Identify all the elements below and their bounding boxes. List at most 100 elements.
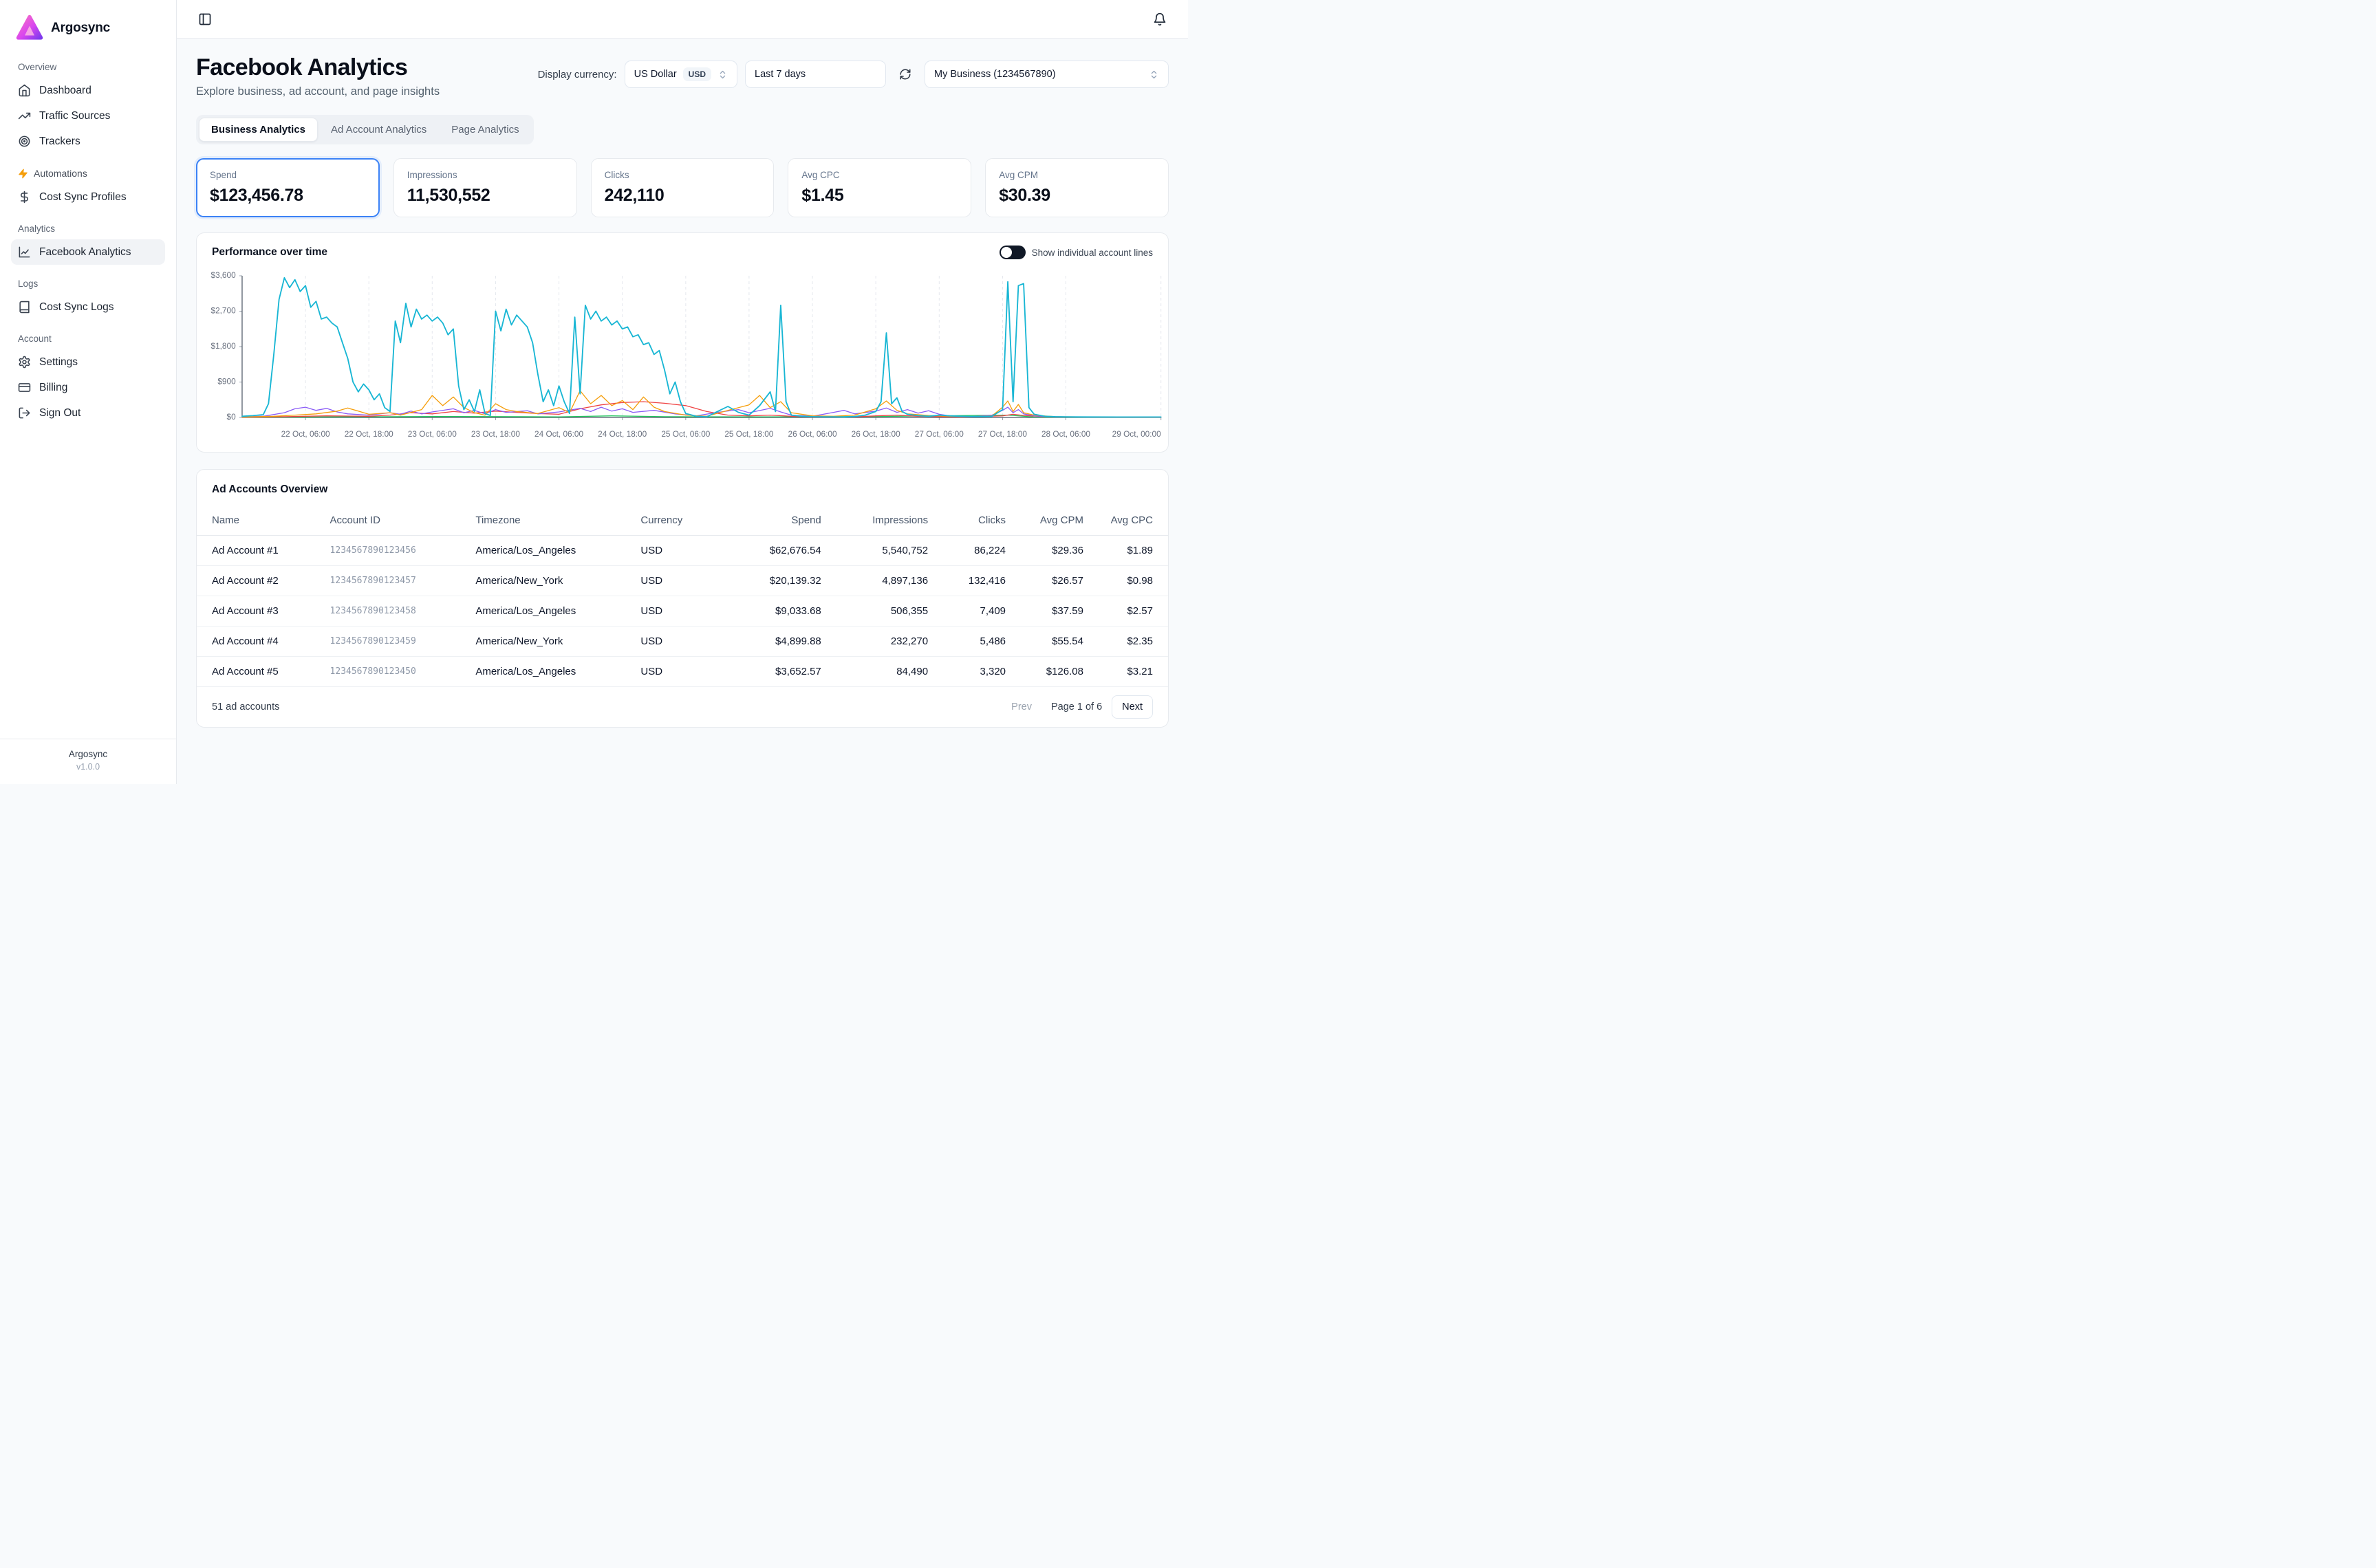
home-icon: [18, 84, 31, 97]
sidebar-nav: Overview Dashboard Traffic Sources Trackers…: [11, 48, 165, 739]
cell-account-id: 1234567890123450: [323, 657, 469, 687]
sidebar-item-cost-sync-logs[interactable]: Cost Sync Logs: [11, 294, 165, 320]
sidebar-item-label: Cost Sync Profiles: [39, 191, 127, 204]
table-row[interactable]: Ad Account #21234567890123457America/New…: [197, 566, 1168, 596]
cell-timezone: America/Los_Angeles: [468, 536, 634, 566]
zap-icon: [18, 168, 28, 179]
stat-card-clicks[interactable]: Clicks 242,110: [591, 158, 775, 217]
column-header-spend: Spend: [721, 505, 828, 536]
table-footer: 51 ad accounts Prev Page 1 of 6 Next: [197, 687, 1168, 727]
cell-name: Ad Account #4: [197, 627, 323, 657]
chevrons-up-down-icon: [1149, 69, 1159, 80]
account-lines-toggle[interactable]: [1000, 246, 1026, 259]
nav-section-label-account: Account: [11, 334, 165, 344]
cell-avg-cpc: $1.89: [1090, 536, 1168, 566]
cell-clicks: 3,320: [935, 657, 1013, 687]
nav-section-label-analytics: Analytics: [11, 224, 165, 234]
stat-card-avg-cpm[interactable]: Avg CPM $30.39: [985, 158, 1169, 217]
svg-text:26 Oct, 18:00: 26 Oct, 18:00: [852, 431, 901, 439]
svg-text:$1,800: $1,800: [210, 342, 236, 351]
app-logo[interactable]: Argosync: [11, 12, 165, 48]
cell-currency: USD: [634, 657, 721, 687]
cell-name: Ad Account #5: [197, 657, 323, 687]
currency-badge: USD: [683, 67, 711, 81]
bell-icon: [1153, 12, 1167, 26]
svg-text:25 Oct, 06:00: 25 Oct, 06:00: [661, 431, 711, 439]
cell-account-id: 1234567890123456: [323, 536, 469, 566]
sidebar-item-traffic-sources[interactable]: Traffic Sources: [11, 103, 165, 129]
cell-account-id: 1234567890123457: [323, 566, 469, 596]
nav-section-label-overview: Overview: [11, 62, 165, 72]
tab-page-analytics[interactable]: Page Analytics: [440, 118, 530, 141]
stat-card-impressions[interactable]: Impressions 11,530,552: [393, 158, 577, 217]
stat-value: 11,530,552: [407, 186, 563, 206]
sidebar-item-trackers[interactable]: Trackers: [11, 129, 165, 154]
cell-avg-cpc: $0.98: [1090, 566, 1168, 596]
ad-accounts-card: Ad Accounts Overview NameAccount IDTimez…: [196, 469, 1169, 728]
table-row[interactable]: Ad Account #31234567890123458America/Los…: [197, 596, 1168, 627]
nav-section-automations: AutomationsCost Sync Profiles: [11, 168, 165, 210]
date-range-select[interactable]: Last 7 days: [745, 61, 886, 88]
page-indicator: Page 1 of 6: [1051, 701, 1102, 712]
footer-app-name: Argosync: [11, 749, 165, 759]
table-row[interactable]: Ad Account #41234567890123459America/New…: [197, 627, 1168, 657]
date-range-value: Last 7 days: [755, 69, 806, 80]
sidebar-item-label: Billing: [39, 382, 67, 394]
nav-section-account: Account Settings Billing Sign Out: [11, 334, 165, 426]
svg-text:27 Oct, 18:00: 27 Oct, 18:00: [978, 431, 1028, 439]
cell-account-id: 1234567890123458: [323, 596, 469, 627]
table-title: Ad Accounts Overview: [212, 483, 327, 496]
target-icon: [18, 135, 31, 148]
credit-card-icon: [18, 381, 31, 394]
cell-timezone: America/Los_Angeles: [468, 596, 634, 627]
business-select[interactable]: My Business (1234567890): [925, 61, 1169, 88]
svg-text:24 Oct, 06:00: 24 Oct, 06:00: [534, 431, 584, 439]
sidebar-item-settings[interactable]: Settings: [11, 349, 165, 375]
currency-select[interactable]: US Dollar USD: [625, 61, 737, 88]
cell-clicks: 132,416: [935, 566, 1013, 596]
next-page-button[interactable]: Next: [1112, 695, 1153, 719]
tab-ad-account-analytics[interactable]: Ad Account Analytics: [319, 118, 438, 141]
currency-value: US Dollar: [634, 69, 677, 80]
column-header-avg-cpc: Avg CPC: [1090, 505, 1168, 536]
dollar-icon: [18, 190, 31, 204]
sidebar-toggle-button[interactable]: [193, 8, 217, 31]
sidebar-item-label: Traffic Sources: [39, 110, 110, 122]
cell-impressions: 232,270: [828, 627, 935, 657]
sidebar-item-facebook-analytics[interactable]: Facebook Analytics: [11, 239, 165, 265]
nav-section-overview: Overview Dashboard Traffic Sources Trackers: [11, 62, 165, 154]
sidebar-item-dashboard[interactable]: Dashboard: [11, 78, 165, 103]
business-value: My Business (1234567890): [934, 69, 1056, 80]
page-subtitle: Explore business, ad account, and page i…: [196, 85, 440, 98]
refresh-button[interactable]: [894, 63, 917, 86]
table-row[interactable]: Ad Account #11234567890123456America/Los…: [197, 536, 1168, 566]
page-header: Facebook Analytics Explore business, ad …: [196, 55, 1169, 98]
cell-impressions: 84,490: [828, 657, 935, 687]
sidebar-item-label: Trackers: [39, 135, 80, 148]
cell-clicks: 86,224: [935, 536, 1013, 566]
sidebar-item-cost-sync-profiles[interactable]: Cost Sync Profiles: [11, 184, 165, 210]
table-row[interactable]: Ad Account #51234567890123450America/Los…: [197, 657, 1168, 687]
cell-timezone: America/Los_Angeles: [468, 657, 634, 687]
svg-text:23 Oct, 18:00: 23 Oct, 18:00: [471, 431, 521, 439]
trending-up-icon: [18, 109, 31, 122]
nav-section-logs: LogsCost Sync Logs: [11, 279, 165, 320]
stat-label: Avg CPM: [999, 170, 1155, 180]
cell-currency: USD: [634, 536, 721, 566]
panel-left-icon: [198, 12, 212, 26]
column-header-name: Name: [197, 505, 323, 536]
stat-card-avg-cpc[interactable]: Avg CPC $1.45: [788, 158, 971, 217]
prev-page-button[interactable]: Prev: [1002, 696, 1041, 718]
stat-card-spend[interactable]: Spend $123,456.78: [196, 158, 380, 217]
sidebar-item-label: Facebook Analytics: [39, 246, 131, 259]
notifications-button[interactable]: [1148, 8, 1171, 31]
cell-currency: USD: [634, 566, 721, 596]
tab-business-analytics[interactable]: Business Analytics: [199, 118, 318, 142]
sidebar-item-sign-out[interactable]: Sign Out: [11, 400, 165, 426]
sidebar-item-billing[interactable]: Billing: [11, 375, 165, 400]
account-lines-toggle-row: Show individual account lines: [1000, 246, 1153, 259]
sidebar-item-label: Settings: [39, 356, 78, 369]
svg-text:23 Oct, 06:00: 23 Oct, 06:00: [408, 431, 457, 439]
cell-account-id: 1234567890123459: [323, 627, 469, 657]
cell-avg-cpc: $2.35: [1090, 627, 1168, 657]
